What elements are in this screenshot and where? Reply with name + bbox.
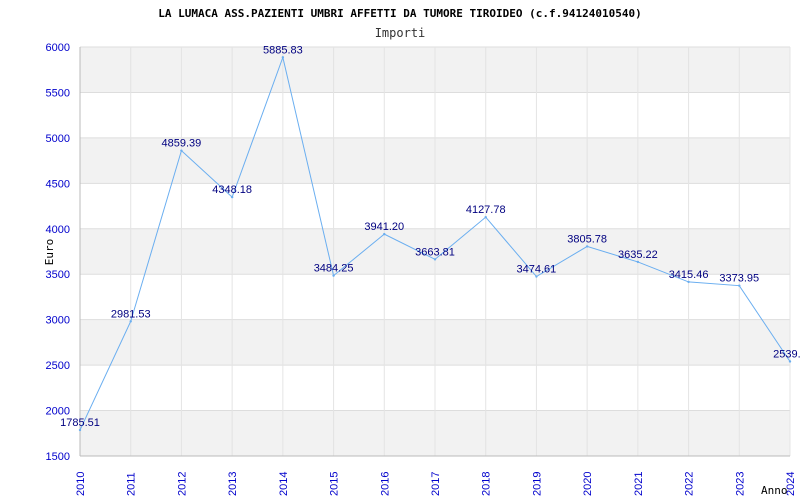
data-point	[332, 274, 335, 277]
data-label: 2981.53	[111, 308, 151, 320]
data-point	[433, 258, 437, 261]
data-point	[788, 360, 792, 363]
data-point	[636, 260, 640, 264]
x-tick-label: 2012	[176, 472, 188, 496]
data-point	[383, 232, 386, 236]
data-label: 3484.25	[314, 263, 354, 275]
x-tick-label: 2010	[75, 472, 87, 496]
chart-title: LA LUMACA ASS.PAZIENTI UMBRI AFFETTI DA …	[158, 7, 641, 20]
y-tick-label: 3500	[46, 269, 70, 281]
data-point	[484, 215, 487, 219]
data-label: 5885.83	[263, 44, 303, 56]
y-tick-label: 3000	[46, 315, 70, 327]
data-point	[535, 275, 538, 278]
y-tick-label: 6000	[46, 42, 70, 54]
x-tick-label: 2014	[278, 472, 290, 496]
chart-subtitle: Importi	[375, 26, 426, 40]
data-point	[281, 56, 285, 59]
line-chart: 1785.51 2981.53 4859.39 4348.18 5885.83 3484.…	[43, 7, 800, 497]
y-tick-label: 2500	[46, 360, 70, 372]
data-label: 2539.9	[773, 348, 800, 360]
data-point	[180, 149, 183, 152]
data-label: 3474.61	[517, 264, 557, 276]
x-tick-label: 2020	[582, 472, 594, 496]
data-label: 3373.95	[719, 273, 759, 285]
x-tick-label: 2023	[734, 472, 746, 496]
data-point	[129, 320, 132, 323]
x-tick-label: 2018	[481, 472, 493, 496]
data-label: 1785.51	[60, 417, 100, 429]
data-label: 3415.46	[669, 269, 709, 281]
x-axis-title: Anno	[761, 484, 788, 497]
data-label: 4859.39	[162, 138, 202, 150]
x-tick-label: 2017	[430, 472, 442, 496]
y-tick-label: 4500	[46, 178, 70, 190]
x-tick-label: 2022	[684, 472, 696, 496]
x-tick-label: 2016	[379, 472, 391, 496]
x-tick-label: 2011	[126, 472, 138, 496]
data-label: 3805.78	[567, 233, 607, 245]
y-axis-title: Euro	[43, 239, 56, 266]
data-point	[585, 245, 589, 248]
data-label: 3635.22	[618, 249, 658, 261]
x-tick-label: 2015	[329, 472, 341, 496]
data-point	[230, 195, 234, 199]
data-point	[78, 428, 82, 432]
y-tick-label: 1500	[46, 451, 70, 463]
data-label: 4348.18	[212, 184, 252, 196]
data-point	[687, 280, 690, 284]
x-axis-ticks: 2010 2011 2012 2013 2014 2015 2016 2017 2018 2019…	[75, 472, 797, 496]
y-tick-label: 5000	[46, 133, 70, 145]
data-point	[738, 284, 741, 287]
y-tick-label: 4000	[46, 224, 70, 236]
x-tick-label: 2021	[633, 472, 645, 496]
data-label: 3663.81	[415, 246, 455, 258]
x-tick-label: 2013	[227, 472, 239, 496]
data-label: 4127.78	[466, 204, 506, 216]
y-tick-label: 2000	[46, 406, 70, 418]
y-tick-label: 5500	[46, 87, 70, 99]
x-tick-label: 2019	[531, 472, 543, 496]
data-label: 3941.20	[364, 221, 404, 233]
